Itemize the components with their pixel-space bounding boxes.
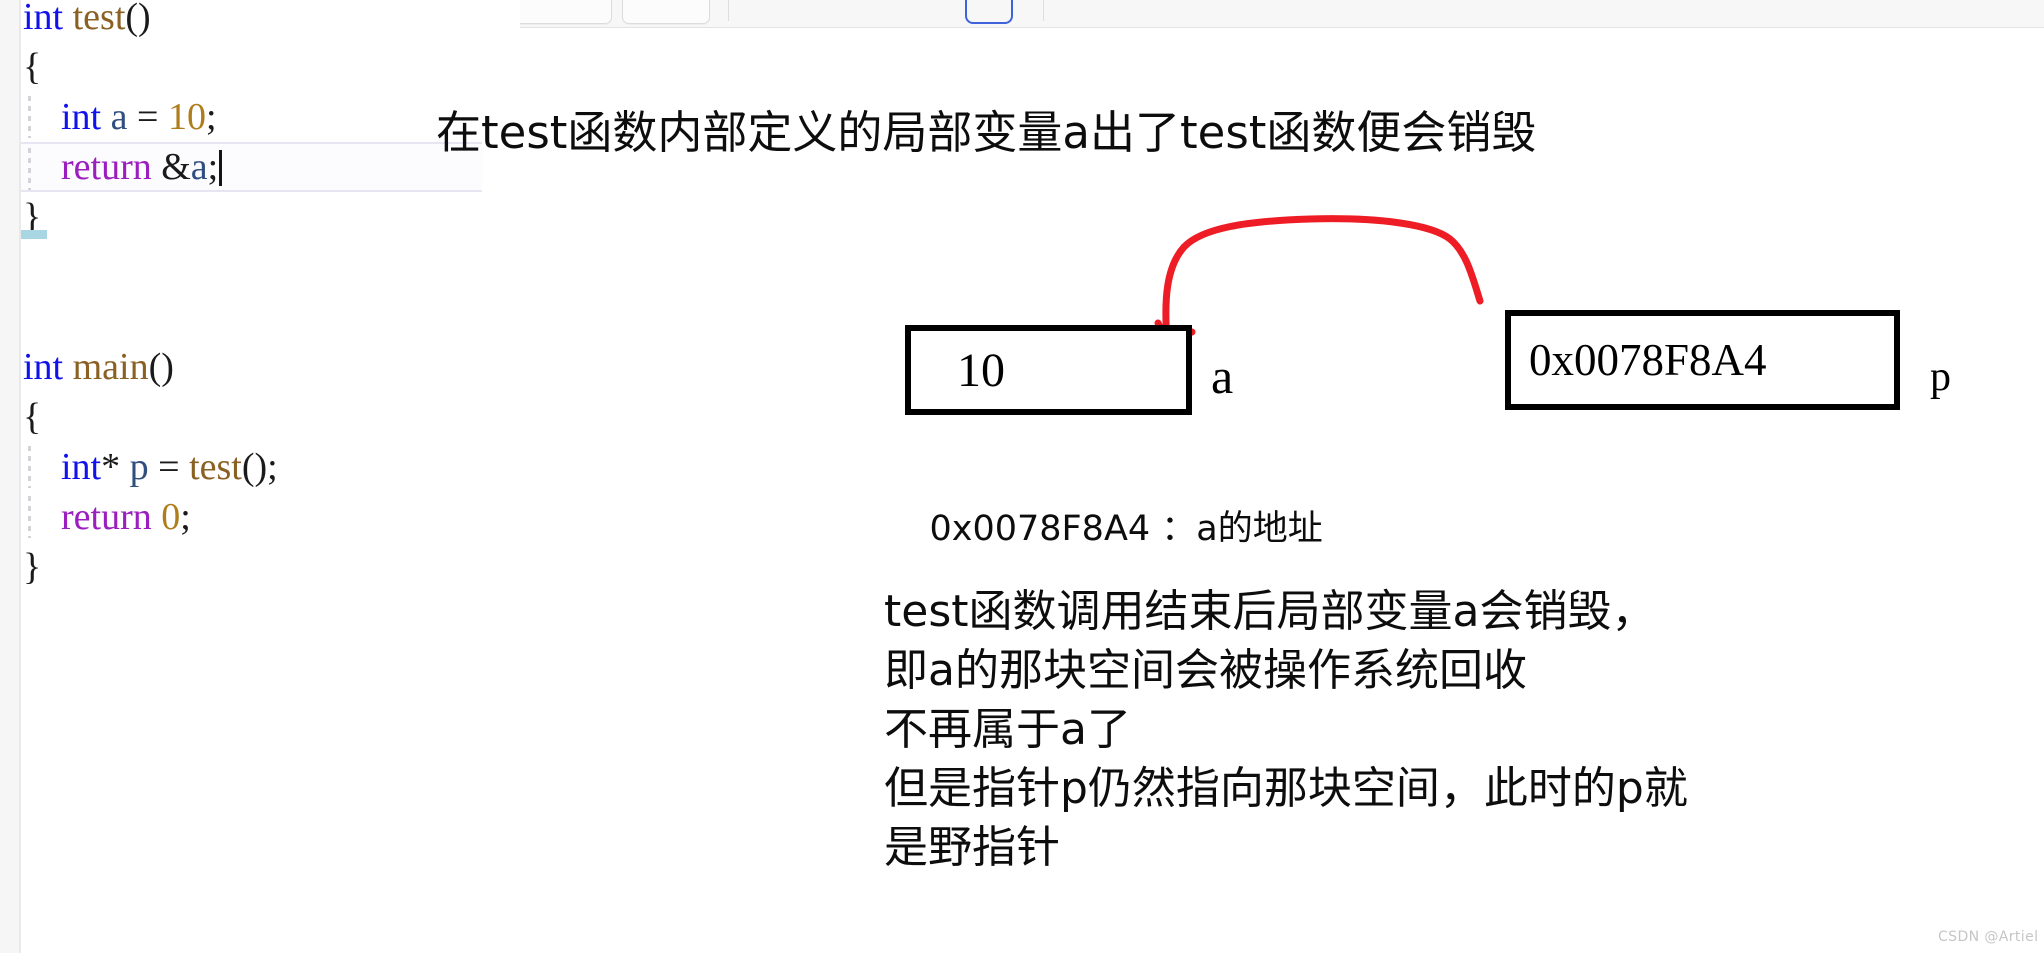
variable-a-label: a <box>1211 348 1234 404</box>
code-token: () <box>125 0 151 38</box>
code-token: () <box>148 346 174 388</box>
code-token: 10 <box>167 96 206 138</box>
explanation-line: test函数调用结束后局部变量a会销毁， <box>884 586 1656 637</box>
explanation-note: test函数调用结束后局部变量a会销毁， 即a的那块空间会被操作系统回收 不再属于a… <box>884 582 1688 877</box>
watermark: CSDN @Artiel <box>1938 929 2039 945</box>
code-line[interactable]: { <box>21 42 520 92</box>
indent-guide <box>28 446 31 488</box>
address-caption: 0x0078F8A4 ：a的地址 <box>912 460 1323 551</box>
code-lines[interactable]: int test(){ int a = 10; return &a;} int m… <box>21 0 520 592</box>
code-line[interactable] <box>21 292 520 342</box>
explanation-line: 即a的那块空间会被操作系统回收 <box>884 645 1527 696</box>
indent-guide <box>28 96 31 138</box>
toolbar-panel <box>300 0 2044 28</box>
code-token: test <box>72 0 126 38</box>
code-line[interactable]: int main() <box>21 342 520 392</box>
variable-a-box: 10 <box>905 325 1192 415</box>
code-line[interactable]: int* p = test(); <box>21 442 520 492</box>
code-line[interactable]: } <box>21 542 520 592</box>
code-token: = <box>127 96 168 138</box>
code-token: return <box>61 146 152 188</box>
text-caret <box>219 150 223 186</box>
code-token: p <box>129 446 149 488</box>
code-line[interactable] <box>21 242 520 292</box>
code-line[interactable]: return &a; <box>21 142 482 192</box>
code-token: a <box>110 96 128 138</box>
variable-a-value: 10 <box>957 343 1005 397</box>
editor-gutter <box>0 0 19 953</box>
pointer-p-label: p <box>1930 354 1951 400</box>
code-token: * <box>101 446 121 488</box>
selection-marker <box>21 230 47 239</box>
code-line[interactable]: int test() <box>21 0 520 42</box>
shape-tool-icon[interactable] <box>965 0 1013 24</box>
top-annotation-note: 在test函数内部定义的局部变量a出了test函数便会销毁 <box>436 106 1537 159</box>
italic-icon[interactable] <box>809 0 847 24</box>
code-line[interactable]: } <box>21 192 520 242</box>
toolbar-small-input[interactable] <box>622 0 710 24</box>
code-token: ; <box>207 146 219 188</box>
explanation-line: 不再属于a了 <box>884 704 1131 755</box>
code-token: (); <box>241 446 278 488</box>
highlight-icon[interactable] <box>913 0 951 24</box>
indent-guide <box>28 148 31 190</box>
code-token: ; <box>205 96 217 138</box>
bold-icon[interactable] <box>757 0 795 24</box>
code-token: & <box>161 146 191 188</box>
underline-icon[interactable] <box>861 0 899 24</box>
explanation-line: 但是指针p仍然指向那块空间，此时的p就 <box>884 763 1688 814</box>
code-token: } <box>23 546 42 588</box>
code-token: 0 <box>161 496 181 538</box>
code-token: int <box>61 96 102 138</box>
code-token: return <box>61 496 152 538</box>
indent-guide <box>28 496 31 538</box>
explanation-line: 是野指针 <box>884 822 1060 873</box>
toolbar-tail-divider <box>1043 0 1044 21</box>
code-line[interactable]: return 0; <box>21 492 520 542</box>
toolbar-divider <box>728 0 729 21</box>
pointer-p-value: 0x0078F8A4 <box>1529 335 1767 385</box>
code-token: main <box>72 346 149 388</box>
pointer-p-box: 0x0078F8A4 <box>1505 310 1900 410</box>
code-token: int <box>61 446 102 488</box>
eraser-icon[interactable] <box>1070 0 1108 24</box>
code-token: = <box>148 446 190 488</box>
code-token: { <box>23 396 42 438</box>
code-token: { <box>23 46 42 88</box>
code-token: int <box>23 346 64 388</box>
address-caption-text: 0x0078F8A4 ：a的地址 <box>929 509 1323 549</box>
code-token: ; <box>180 496 191 538</box>
code-token: a <box>190 146 208 188</box>
code-token: test <box>189 446 242 488</box>
code-token: int <box>23 0 64 38</box>
code-line[interactable]: { <box>21 392 520 442</box>
